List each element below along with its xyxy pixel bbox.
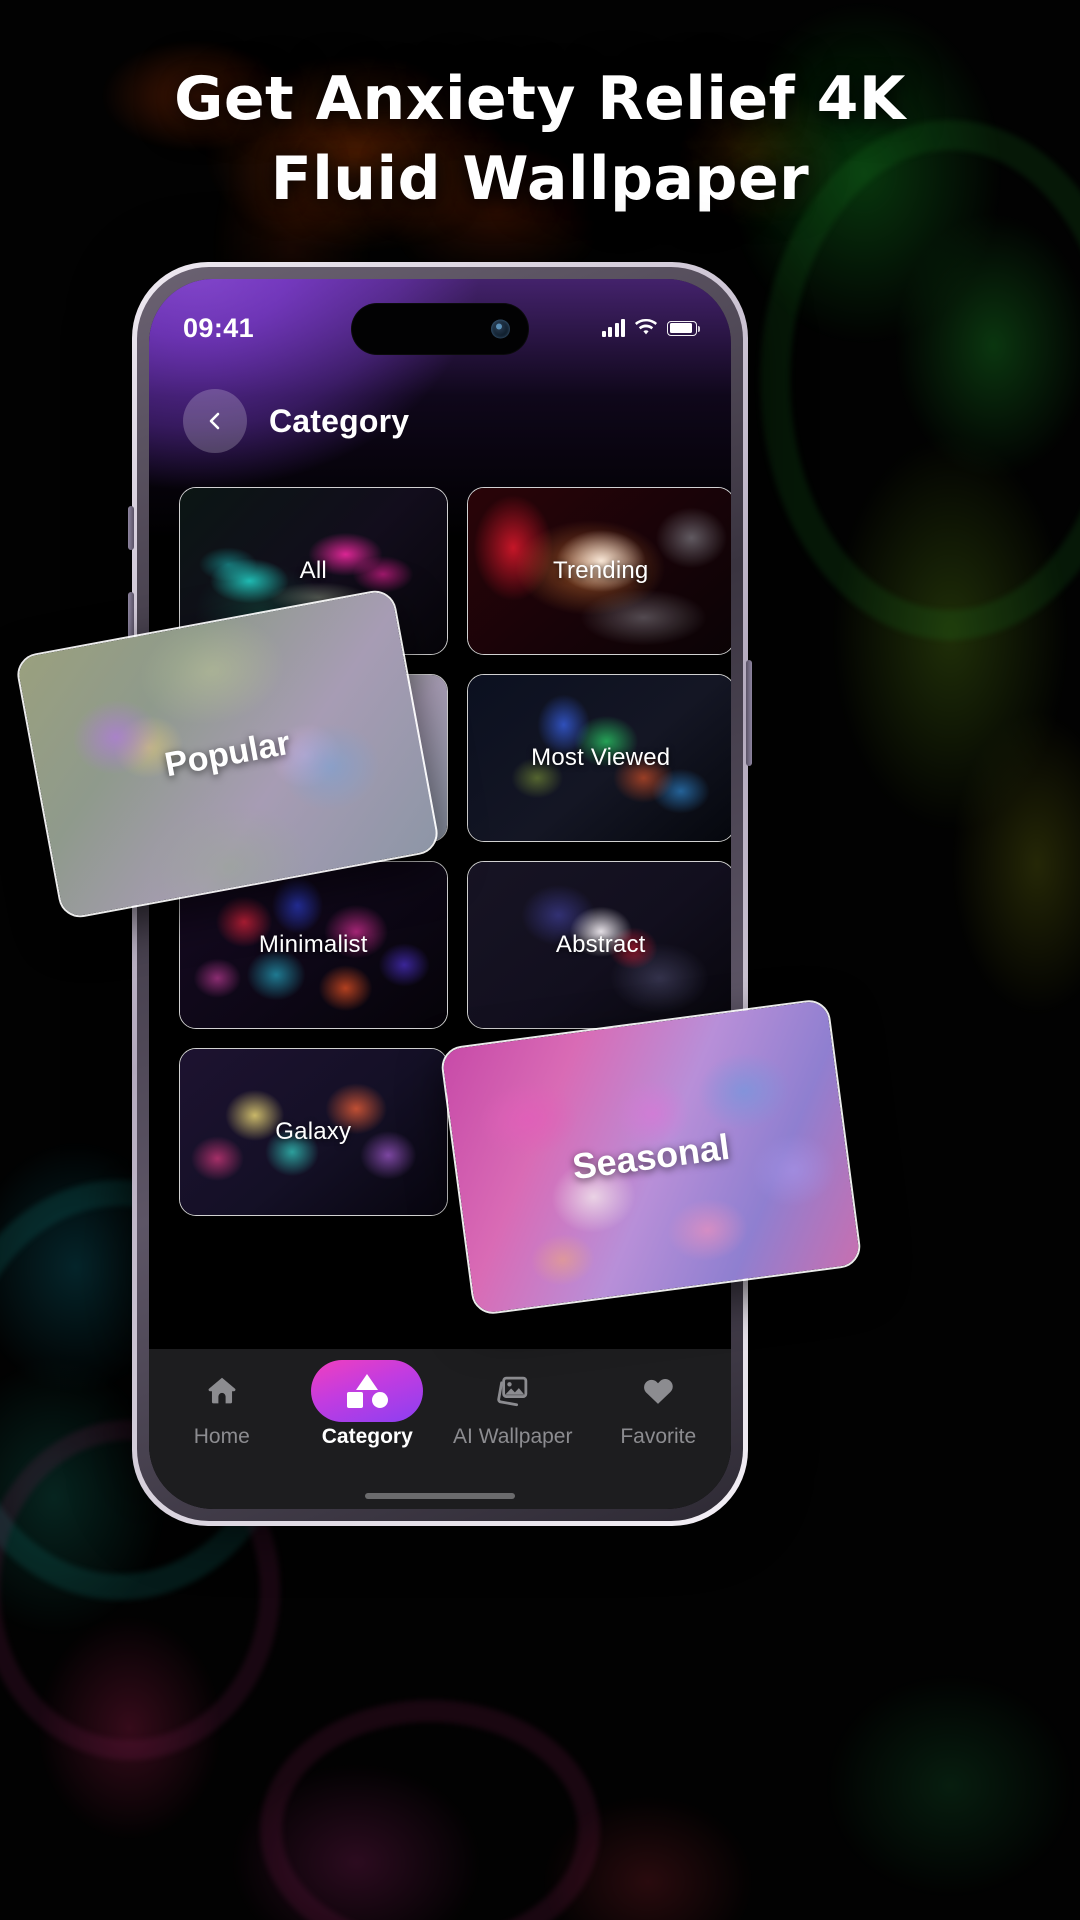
category-label: Minimalist [258,931,368,958]
category-label: Trending [553,557,649,584]
category-card-trending[interactable]: Trending [466,487,731,655]
category-label: Most Viewed [531,744,671,771]
phone-power-button [746,660,752,766]
status-bar-time: 09:41 [183,312,255,343]
category-card-galaxy[interactable]: Galaxy [179,1048,448,1216]
tab-home[interactable]: Home [149,1369,295,1449]
category-card-most-viewed[interactable]: Most Viewed [466,674,731,842]
phone-mute-switch [128,506,134,550]
phone-frame: 09:41 Category All Trending Most Viewed … [132,262,748,1526]
heart-icon [640,1369,676,1413]
headline-line-1: Get Anxiety Relief 4K [174,64,906,134]
home-icon [204,1369,240,1413]
phone-mockup: 09:41 Category All Trending Most Viewed … [132,262,748,1526]
category-label: All [299,557,327,584]
phone-bezel: 09:41 Category All Trending Most Viewed … [137,267,743,1521]
tab-category[interactable]: Category [295,1360,441,1449]
category-label: Galaxy [275,1118,352,1145]
floating-card-seasonal[interactable]: Seasonal [439,997,863,1317]
screen-title: Category [269,402,410,439]
tab-label: Favorite [620,1425,697,1448]
tab-label: Category [321,1425,413,1448]
tab-ai-wallpaper[interactable]: AI Wallpaper [440,1369,586,1449]
category-label: Abstract [555,931,646,958]
phone-screen: 09:41 Category All Trending Most Viewed … [149,279,731,1509]
chevron-left-icon [209,412,220,430]
tab-label: AI Wallpaper [453,1425,573,1448]
tab-favorite[interactable]: Favorite [586,1369,732,1449]
shapes-icon [311,1360,424,1422]
bottom-tab-bar: Home Category AI Wallpaper Favorite [149,1349,731,1509]
app-header: Category [149,379,731,463]
tab-label: Home [193,1425,250,1448]
home-indicator [365,1493,515,1499]
image-icon [494,1369,532,1413]
status-bar: 09:41 [149,301,731,355]
headline-line-2: Fluid Wallpaper [270,143,810,214]
wifi-icon [635,319,657,335]
category-tab-pill [311,1360,424,1422]
page-title: Get Anxiety Relief 4K Fluid Wallpaper [0,60,1080,220]
status-bar-indicators [601,319,701,337]
category-card-abstract[interactable]: Abstract [466,861,731,1029]
back-button[interactable] [183,389,247,453]
cellular-signal-icon [601,319,625,337]
battery-icon [667,320,701,336]
